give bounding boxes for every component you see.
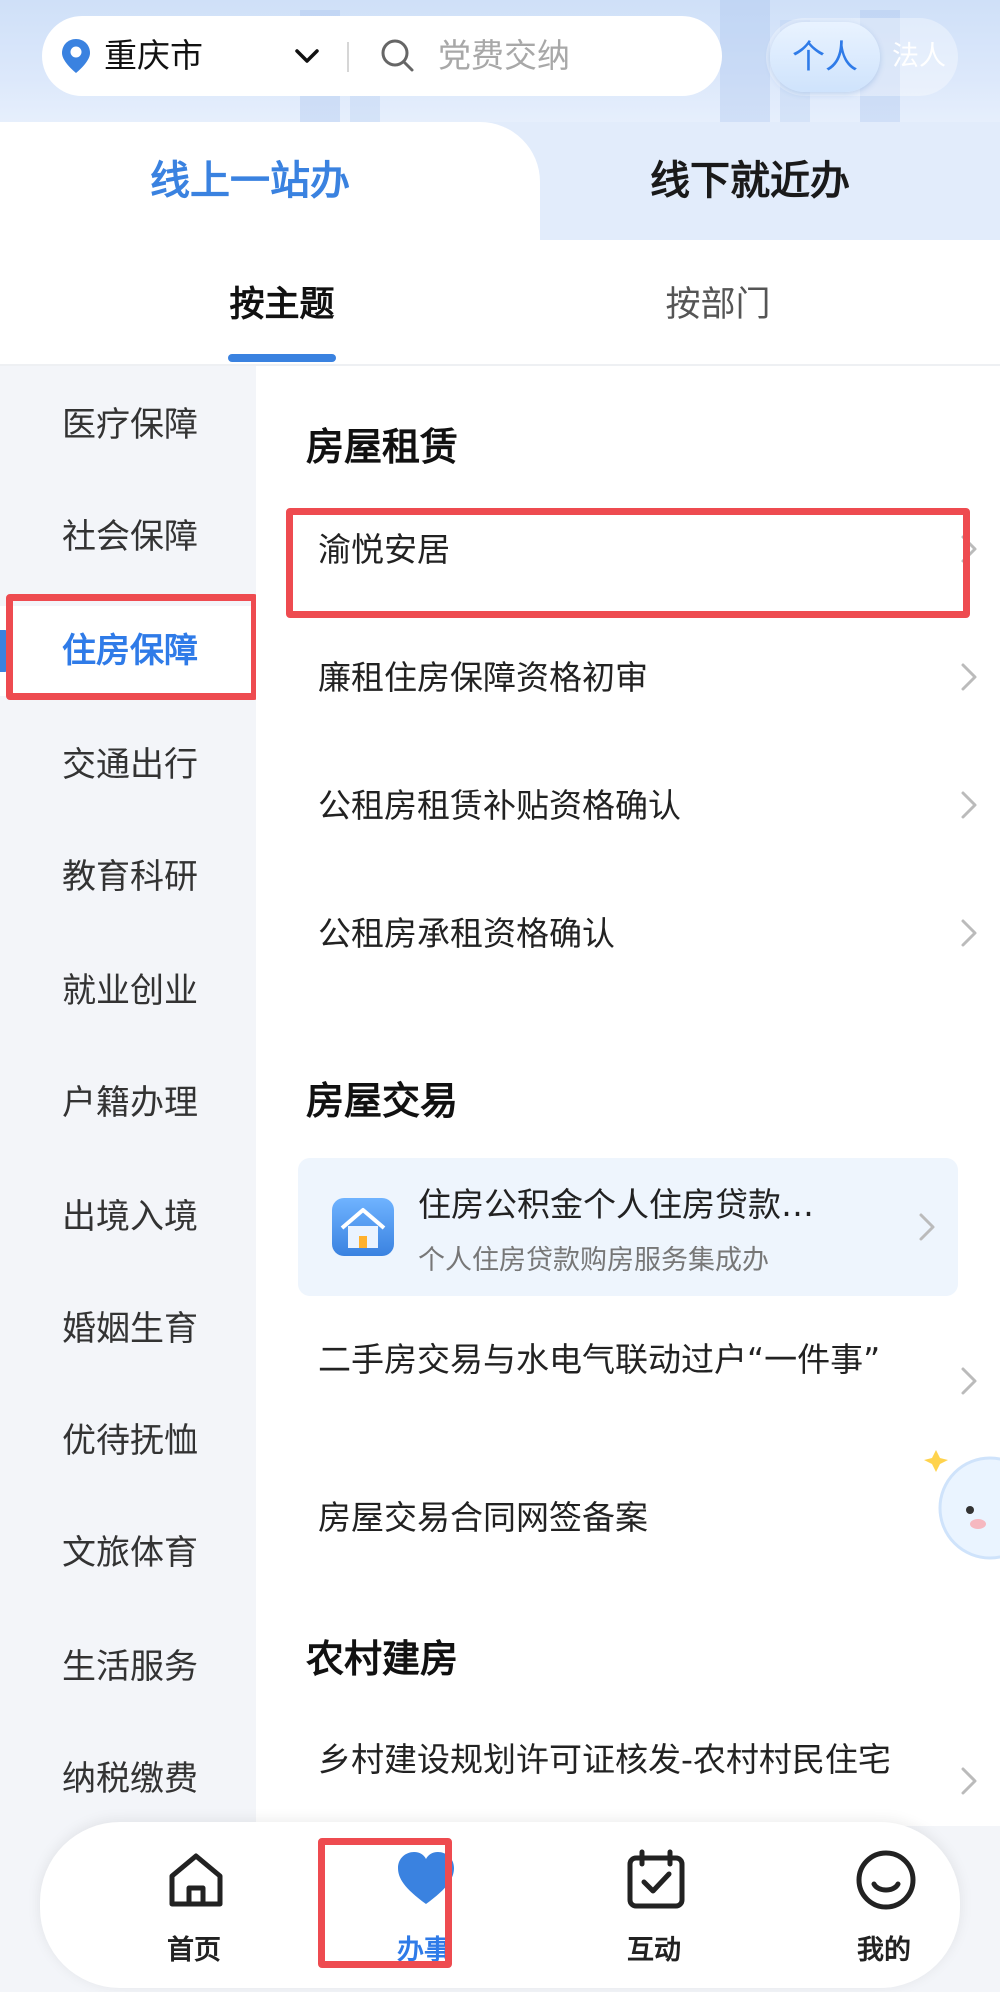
- sidebar-item-household-registration[interactable]: 户籍办理: [0, 1058, 256, 1148]
- role-legal-button[interactable]: 法人: [884, 22, 954, 92]
- service-item[interactable]: 公租房租赁补贴资格确认: [296, 764, 977, 874]
- highlight-box-service: [286, 508, 970, 618]
- service-item-label: 二手房交易与水电气联动过户“一件事”: [318, 1340, 881, 1379]
- sidebar-item-social-security[interactable]: 社会保障: [0, 492, 256, 582]
- role-switch: 个人 法人: [766, 18, 958, 96]
- divider: [347, 42, 349, 72]
- active-subtab-indicator: [228, 354, 336, 362]
- service-item-label: 廉租住房保障资格初审: [318, 658, 648, 697]
- smile-icon: [856, 1850, 916, 1910]
- category-sidebar: 医疗保障 社会保障 住房保障 交通出行 教育科研 就业创业 户籍办理 出境入境 …: [0, 366, 256, 1826]
- chevron-right-icon: [961, 663, 977, 691]
- sidebar-item-medical[interactable]: 医疗保障: [0, 380, 256, 470]
- highlight-box-sidebar: [6, 594, 258, 700]
- highlight-box-nav: [318, 1838, 452, 1968]
- role-personal-button[interactable]: 个人: [770, 22, 880, 92]
- nav-mine[interactable]: 我的: [794, 1822, 974, 1988]
- service-item[interactable]: 房屋交易合同网签备案: [296, 1476, 977, 1586]
- tab-offline[interactable]: 线下就近办: [540, 122, 960, 240]
- service-item[interactable]: 廉租住房保障资格初审: [296, 636, 977, 746]
- main-tabs: 线上一站办 线下就近办: [0, 122, 1000, 240]
- service-item[interactable]: 二手房交易与水电气联动过户“一件事”: [296, 1326, 977, 1466]
- service-item-label: 乡村建设规划许可证核发-农村村民住宅: [318, 1740, 891, 1779]
- tab-online-label: 线上一站办: [150, 158, 350, 204]
- chevron-down-icon[interactable]: [294, 46, 320, 66]
- service-item-label: 公租房承租资格确认: [318, 914, 615, 953]
- sidebar-item-transport[interactable]: 交通出行: [0, 720, 256, 810]
- section-title-rental: 房屋租赁: [306, 425, 459, 469]
- subtab-by-theme[interactable]: 按主题: [200, 276, 364, 327]
- calendar-check-icon: [627, 1849, 685, 1909]
- chevron-right-icon: [919, 1213, 935, 1241]
- sidebar-item-culture-sports[interactable]: 文旅体育: [0, 1508, 256, 1598]
- bottom-navigation: 首页 办事 互动 我的: [40, 1822, 960, 1988]
- subtab-by-department[interactable]: 按部门: [636, 276, 800, 327]
- sidebar-item-exit-entry[interactable]: 出境入境: [0, 1172, 256, 1262]
- chevron-right-icon: [961, 1367, 977, 1395]
- sub-tabs: 按主题 按部门: [0, 240, 1000, 366]
- chevron-right-icon: [961, 919, 977, 947]
- featured-service-title: 住房公积金个人住房贷款…: [418, 1185, 814, 1224]
- chevron-right-icon: [961, 791, 977, 819]
- nav-interact-label: 互动: [627, 1935, 681, 1966]
- sidebar-item-tax-payment[interactable]: 纳税缴费: [0, 1734, 256, 1824]
- service-item-label: 公租房租赁补贴资格确认: [318, 786, 681, 825]
- home-icon: [169, 1853, 223, 1907]
- assistant-mascot-icon[interactable]: [920, 1440, 1000, 1570]
- location-pin-icon[interactable]: [60, 38, 92, 74]
- location-search-bar: 重庆市 党费交纳: [42, 16, 722, 96]
- sidebar-item-marriage-birth[interactable]: 婚姻生育: [0, 1284, 256, 1374]
- sidebar-item-education[interactable]: 教育科研: [0, 832, 256, 922]
- tab-online[interactable]: 线上一站办: [0, 122, 540, 240]
- service-item-label: 房屋交易合同网签备案: [318, 1498, 648, 1537]
- sidebar-item-employment[interactable]: 就业创业: [0, 946, 256, 1036]
- nav-home[interactable]: 首页: [104, 1822, 284, 1988]
- search-icon[interactable]: [378, 36, 416, 74]
- chevron-right-icon: [961, 1767, 977, 1795]
- sidebar-item-preferential[interactable]: 优待抚恤: [0, 1396, 256, 1486]
- service-item[interactable]: 公租房承租资格确认: [296, 892, 977, 1002]
- nav-home-label: 首页: [167, 1935, 221, 1966]
- search-input[interactable]: 党费交纳: [438, 34, 570, 78]
- section-title-rural: 农村建房: [306, 1637, 459, 1681]
- house-icon: [332, 1198, 394, 1256]
- nav-mine-label: 我的: [857, 1935, 911, 1966]
- featured-service-subtitle: 个人住房贷款购房服务集成办: [418, 1245, 769, 1276]
- section-title-trade: 房屋交易: [306, 1079, 459, 1123]
- city-selector[interactable]: 重庆市: [104, 34, 203, 78]
- sidebar-item-life-services[interactable]: 生活服务: [0, 1622, 256, 1712]
- nav-interact[interactable]: 互动: [564, 1822, 744, 1988]
- featured-service-card[interactable]: 住房公积金个人住房贷款… 个人住房贷款购房服务集成办: [298, 1158, 958, 1296]
